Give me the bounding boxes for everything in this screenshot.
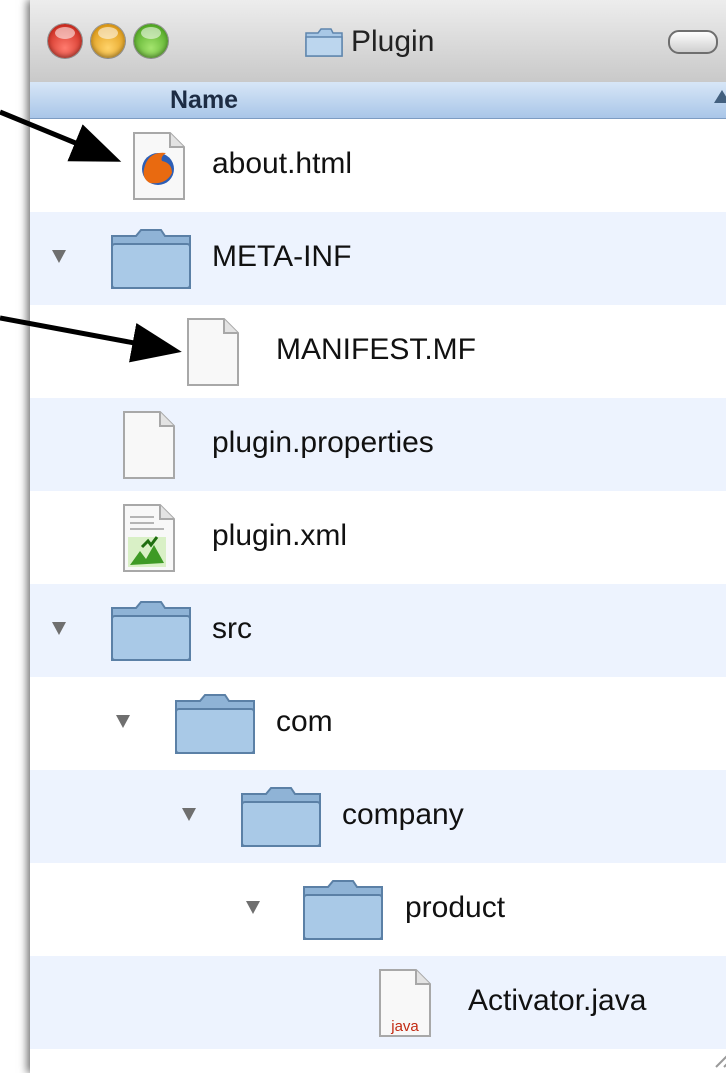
annotation-arrows	[0, 109, 182, 363]
arrow-to-about-html	[0, 109, 122, 162]
arrow-to-manifest	[0, 315, 182, 363]
